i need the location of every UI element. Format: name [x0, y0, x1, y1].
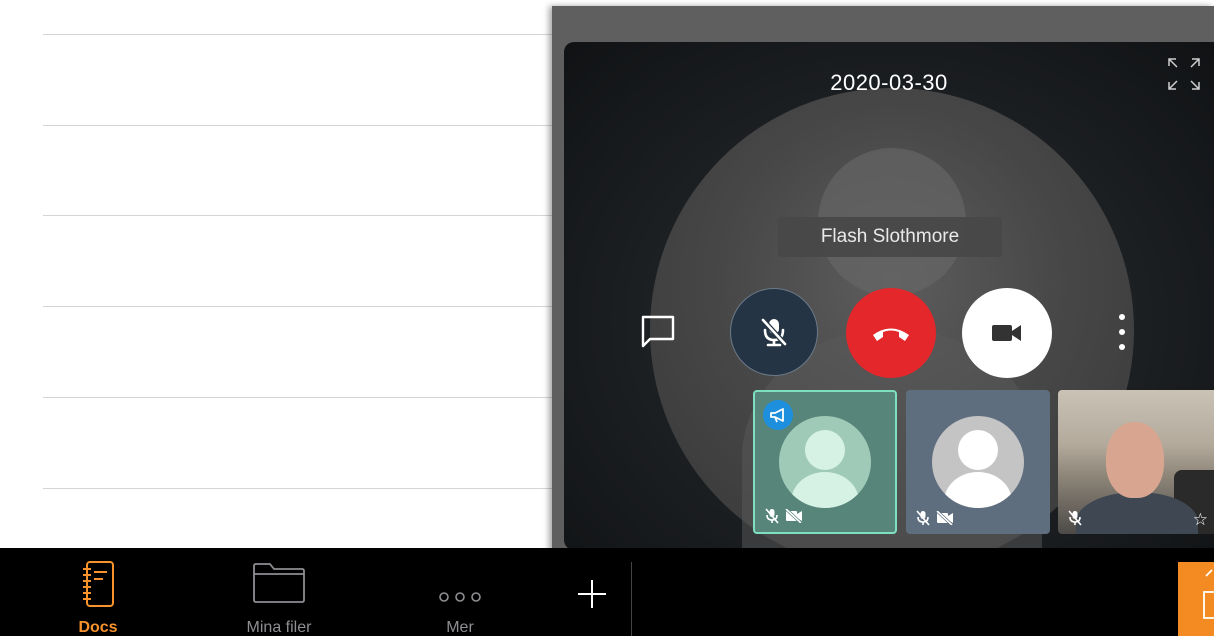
list-separator — [43, 34, 552, 35]
call-view: 2020-03-30 Flash Slothmore ☆ — [564, 42, 1214, 550]
list-separator — [43, 488, 552, 489]
camera-feed-face — [1106, 422, 1164, 498]
tab-docs[interactable]: Docs — [46, 548, 150, 636]
video-button[interactable] — [962, 288, 1052, 378]
microphone-off-icon — [760, 317, 788, 347]
tile-status — [765, 508, 803, 524]
participant-tile[interactable] — [906, 390, 1050, 534]
tile-status — [1068, 510, 1082, 526]
folder-icon — [253, 563, 305, 603]
expand-icon[interactable] — [1166, 56, 1202, 92]
tab-bar-divider — [631, 562, 632, 636]
document-list — [0, 0, 552, 548]
participant-name-tag: Flash Slothmore — [778, 217, 1002, 257]
presenter-badge — [763, 400, 793, 430]
share-button[interactable] — [1178, 562, 1214, 636]
more-horizontal-icon — [439, 592, 481, 602]
tab-label: Mer — [446, 619, 474, 636]
tile-status — [916, 510, 954, 526]
more-vertical-icon — [1119, 314, 1125, 320]
mute-button[interactable] — [730, 288, 818, 376]
notebook-icon — [83, 561, 114, 607]
avatar — [779, 416, 871, 508]
share-icon — [1203, 569, 1214, 619]
plus-icon — [578, 580, 606, 608]
hangup-button[interactable] — [846, 288, 936, 378]
phone-hangup-icon — [873, 328, 909, 341]
list-separator — [43, 215, 552, 216]
tab-bar: Docs Mina filer Mer — [0, 548, 1214, 636]
tab-my-files[interactable]: Mina filer — [214, 548, 344, 636]
list-separator — [43, 306, 552, 307]
microphone-off-icon — [765, 508, 779, 524]
video-call-panel: 2020-03-30 Flash Slothmore ☆ — [552, 6, 1214, 562]
microphone-off-icon — [1068, 510, 1082, 526]
participant-tile-camera[interactable]: ☆ — [1058, 390, 1214, 534]
avatar — [932, 416, 1024, 508]
more-options-button[interactable] — [1112, 314, 1132, 350]
chat-button[interactable] — [638, 312, 678, 352]
call-date: 2020-03-30 — [830, 70, 948, 95]
megaphone-icon — [770, 408, 784, 423]
tab-label: Mina filer — [246, 619, 312, 636]
participant-tile[interactable] — [753, 390, 897, 534]
tab-more[interactable]: Mer — [410, 548, 510, 636]
video-camera-icon — [992, 325, 1021, 341]
star-icon[interactable]: ☆ — [1193, 511, 1208, 528]
tab-label: Docs — [78, 619, 118, 636]
microphone-off-icon — [916, 510, 930, 526]
video-off-icon — [936, 511, 954, 525]
video-off-icon — [785, 509, 803, 523]
add-button[interactable] — [562, 566, 622, 622]
chat-icon — [641, 315, 675, 348]
list-separator — [43, 125, 552, 126]
list-separator — [43, 397, 552, 398]
